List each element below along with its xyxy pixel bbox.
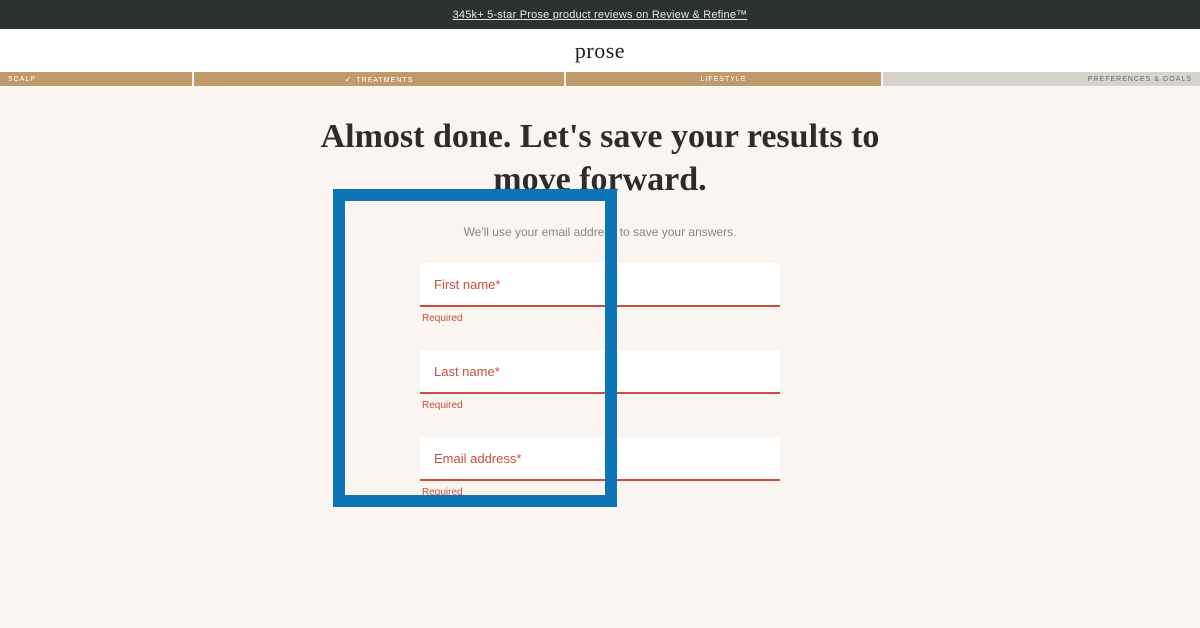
email-input[interactable] bbox=[420, 437, 780, 481]
progress-label: SCALP bbox=[8, 76, 36, 83]
first-name-error: Required bbox=[420, 313, 780, 324]
signup-form: Required Required Required bbox=[420, 263, 780, 498]
page-headline: Almost done. Let's save your results to … bbox=[280, 116, 920, 201]
email-error: Required bbox=[420, 487, 780, 498]
last-name-error: Required bbox=[420, 400, 780, 411]
progress-label: ✓TREATMENTS bbox=[345, 75, 414, 84]
progress-label-text: TREATMENTS bbox=[356, 77, 413, 84]
last-name-input[interactable] bbox=[420, 350, 780, 394]
page-subtext: We'll use your email address to save you… bbox=[464, 225, 737, 239]
progress-label: PREFERENCES & GOALS bbox=[1088, 76, 1192, 83]
field-email: Required bbox=[420, 437, 780, 498]
main-content: Almost done. Let's save your results to … bbox=[0, 86, 1200, 498]
progress-bar: SCALP ✓TREATMENTS LIFESTYLE PREFERENCES … bbox=[0, 72, 1200, 86]
promo-topbar: 345k+ 5-star Prose product reviews on Re… bbox=[0, 0, 1200, 29]
progress-label: LIFESTYLE bbox=[701, 76, 747, 83]
brand-bar: prose bbox=[0, 29, 1200, 72]
first-name-input[interactable] bbox=[420, 263, 780, 307]
check-icon: ✓ bbox=[345, 75, 353, 84]
field-first-name: Required bbox=[420, 263, 780, 324]
progress-seg-preferences: PREFERENCES & GOALS bbox=[883, 72, 1200, 86]
progress-seg-scalp: SCALP bbox=[0, 72, 192, 86]
brand-logo: prose bbox=[575, 38, 625, 64]
promo-link[interactable]: 345k+ 5-star Prose product reviews on Re… bbox=[453, 9, 748, 21]
field-last-name: Required bbox=[420, 350, 780, 411]
progress-seg-treatments: ✓TREATMENTS bbox=[194, 72, 564, 86]
progress-seg-lifestyle: LIFESTYLE bbox=[566, 72, 881, 86]
